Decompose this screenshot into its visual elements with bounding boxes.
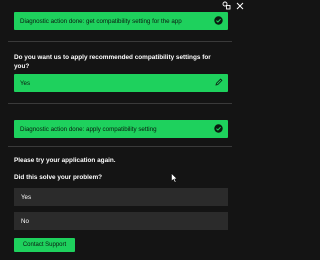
mouse-cursor-icon [171,170,178,188]
divider [8,103,232,104]
question-apply-settings: Do you want us to apply recommended comp… [14,54,211,70]
option-yes[interactable]: Yes [14,188,228,206]
diagnostic-status-2-label: Diagnostic action done: apply compatibil… [20,125,157,133]
title-bar-icons [222,1,244,10]
agent-icon[interactable] [222,1,231,10]
edit-icon[interactable] [215,78,223,86]
contact-support-button[interactable]: Contact Support [14,238,75,252]
answer-yes-label: Yes [20,79,31,87]
diagnostic-status-1: Diagnostic action done: get compatibilit… [14,12,228,30]
checkmark-icon [214,124,223,133]
instruction-text: Please try your application again. [14,157,116,164]
answer-yes-selected[interactable]: Yes [14,74,228,92]
close-icon[interactable] [236,2,244,10]
option-no[interactable]: No [14,212,228,230]
divider [8,146,232,147]
question-solved: Did this solve your problem? [14,174,103,181]
diagnostic-status-1-label: Diagnostic action done: get compatibilit… [20,17,182,25]
divider [8,41,232,42]
diagnostic-status-2: Diagnostic action done: apply compatibil… [14,120,228,138]
checkmark-icon [214,16,223,25]
